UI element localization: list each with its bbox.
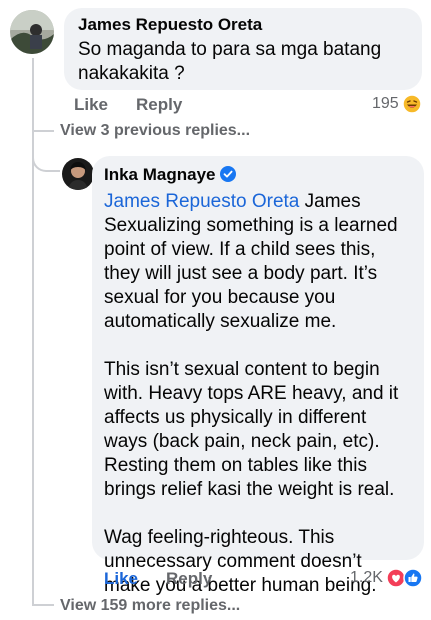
like-button[interactable]: Like bbox=[104, 569, 138, 589]
comment-author[interactable]: James Repuesto Oreta bbox=[78, 14, 262, 36]
thread-line-branch-2 bbox=[32, 604, 54, 606]
laugh-emoji-icon bbox=[401, 94, 422, 114]
comment-text: So maganda to para sa mga batang nakakak… bbox=[78, 39, 382, 84]
reply-author[interactable]: Inka Magnaye bbox=[104, 164, 216, 186]
verified-badge-icon bbox=[219, 166, 236, 182]
avatar[interactable] bbox=[10, 10, 54, 54]
reply-button[interactable]: Reply bbox=[136, 95, 182, 115]
reaction-summary[interactable]: 1.2K bbox=[350, 568, 423, 588]
reply-paragraph-2: This isn’t sexual content to begin with.… bbox=[104, 359, 399, 500]
reply-button[interactable]: Reply bbox=[166, 569, 212, 589]
reply-paragraph-1: James Repuesto Oreta James Sexualizing s… bbox=[104, 191, 398, 332]
like-button[interactable]: Like bbox=[74, 95, 108, 115]
view-more-replies-link[interactable]: View 159 more replies... bbox=[60, 597, 240, 615]
thread-line-reply-curve bbox=[32, 150, 60, 172]
mention-link[interactable]: James Repuesto Oreta bbox=[104, 191, 299, 212]
reply-text: James Repuesto Oreta James Sexualizing s… bbox=[104, 190, 412, 598]
comment-bubble: James Repuesto Oreta So maganda to para … bbox=[64, 8, 422, 90]
reaction-count: 195 bbox=[372, 95, 399, 112]
view-previous-replies-link[interactable]: View 3 previous replies... bbox=[60, 122, 250, 140]
thread-line-main bbox=[32, 58, 34, 606]
reply-header: Inka Magnaye bbox=[104, 164, 412, 186]
reaction-summary[interactable]: 195 bbox=[372, 94, 422, 114]
thread-line-branch-1 bbox=[32, 130, 54, 132]
comment-actions: Like Reply bbox=[74, 95, 182, 115]
avatar[interactable] bbox=[62, 158, 94, 190]
reply-bubble: Inka Magnaye James Repuesto Oreta James … bbox=[92, 156, 424, 596]
like-reaction-icon bbox=[403, 568, 423, 588]
reaction-count: 1.2K bbox=[350, 569, 383, 586]
reply-actions: Like Reply bbox=[104, 569, 212, 589]
